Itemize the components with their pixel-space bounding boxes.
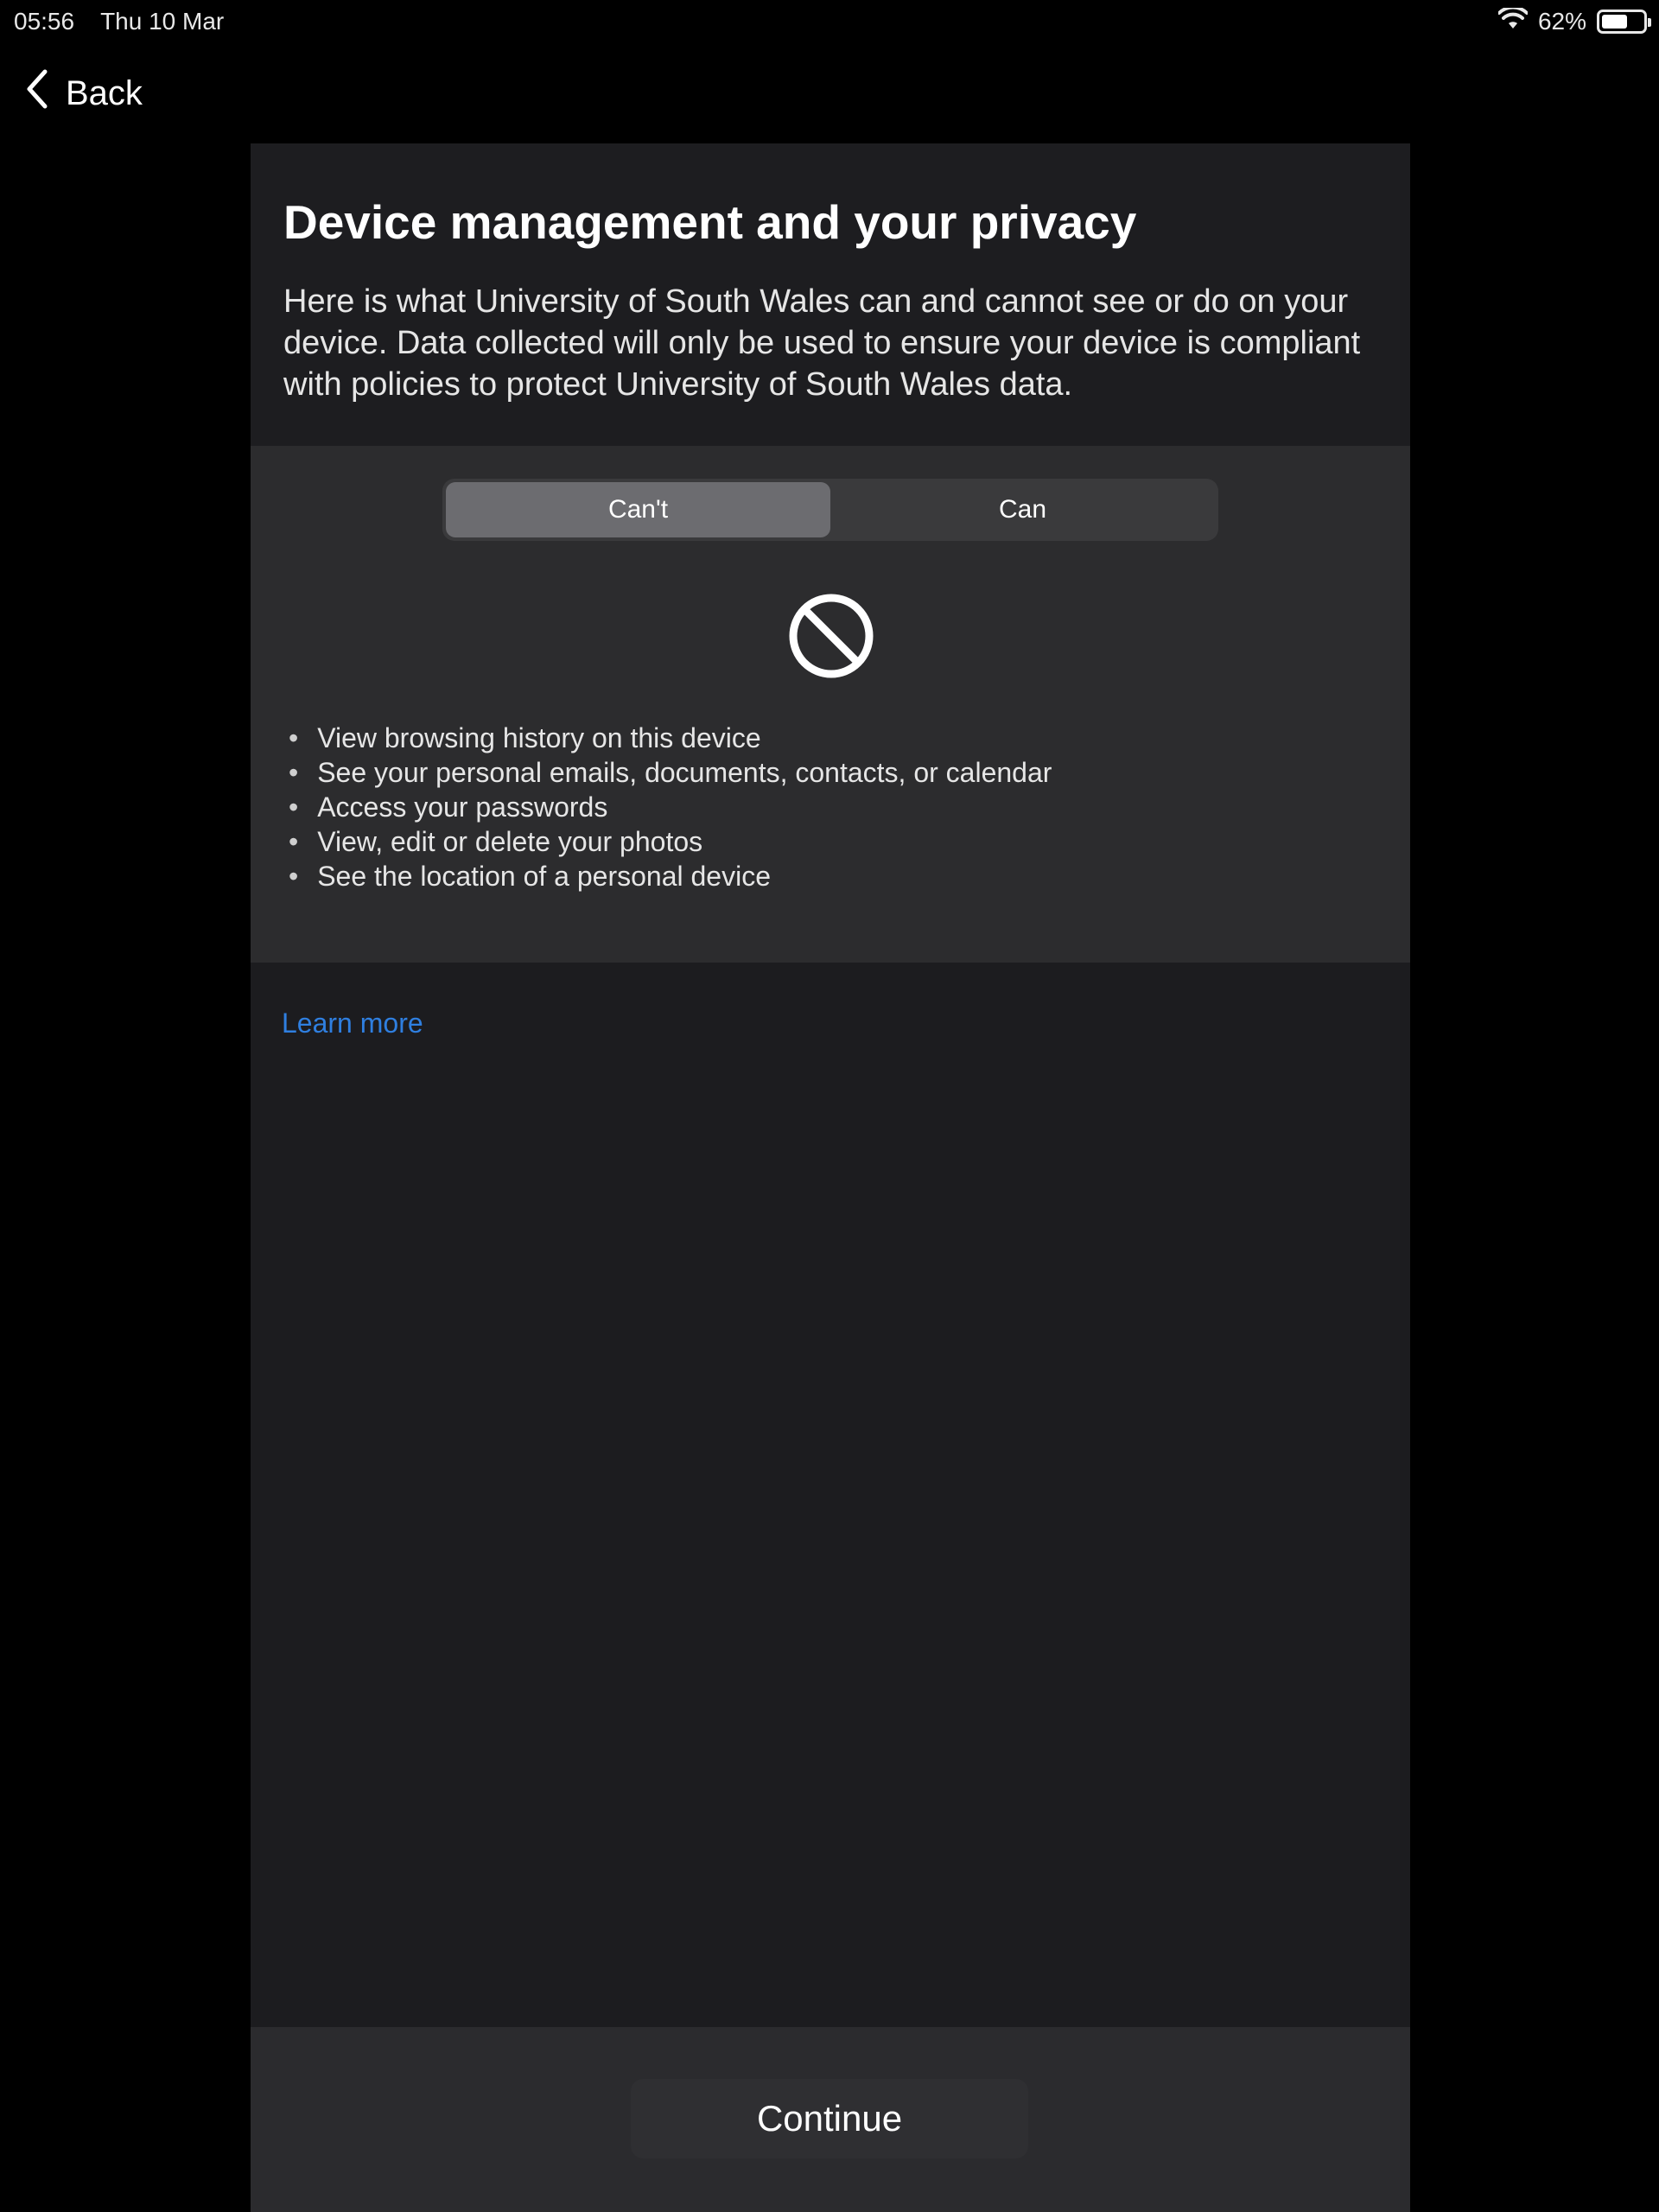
- status-bar: 05:56 Thu 10 Mar 62%: [0, 0, 1659, 43]
- list-item-text: Access your passwords: [317, 791, 608, 823]
- list-item-text: View browsing history on this device: [317, 722, 761, 753]
- list-item: • See the location of a personal device: [289, 861, 771, 892]
- cannot-list: • View browsing history on this device • S…: [289, 721, 1052, 893]
- list-item: • See your personal emails, documents, co…: [289, 757, 1052, 788]
- back-button[interactable]: Back: [24, 68, 143, 118]
- footer: Continue: [251, 2027, 1410, 2212]
- list-item: • Access your passwords: [289, 791, 608, 823]
- status-time: 05:56: [14, 8, 75, 35]
- learn-more-link[interactable]: Learn more: [282, 1007, 423, 1039]
- info-panel: Can't Can • View browsing history on this…: [251, 446, 1410, 963]
- list-item: • View browsing history on this device: [289, 722, 761, 753]
- segment-can[interactable]: Can: [830, 482, 1215, 537]
- list-item-text: See the location of a personal device: [317, 861, 771, 892]
- battery-percent: 62%: [1537, 8, 1586, 35]
- battery-icon: [1597, 10, 1651, 34]
- prohibited-icon: [789, 594, 874, 678]
- battery-level: [1602, 15, 1627, 29]
- list-item-text: See your personal emails, documents, con…: [317, 757, 1052, 788]
- list-item-text: View, edit or delete your photos: [317, 826, 703, 857]
- chevron-left-icon: [24, 68, 50, 118]
- segment-cant[interactable]: Can't: [446, 482, 830, 537]
- list-item: • View, edit or delete your photos: [289, 826, 703, 857]
- nav-bar: Back: [0, 43, 1659, 143]
- card-header: Device management and your privacy Here …: [251, 143, 1410, 446]
- privacy-card: Device management and your privacy Here …: [251, 143, 1410, 2212]
- wifi-icon: [1497, 5, 1529, 36]
- segmented-control: Can't Can: [442, 479, 1218, 541]
- back-label: Back: [66, 73, 143, 112]
- status-right: 62%: [1497, 5, 1651, 36]
- intro-text: Here is what University of South Wales c…: [283, 283, 1361, 404]
- status-date: Thu 10 Mar: [100, 8, 225, 35]
- page-title: Device management and your privacy: [283, 195, 1137, 249]
- status-left: 05:56 Thu 10 Mar: [14, 8, 224, 35]
- continue-button[interactable]: Continue: [631, 2079, 1028, 2158]
